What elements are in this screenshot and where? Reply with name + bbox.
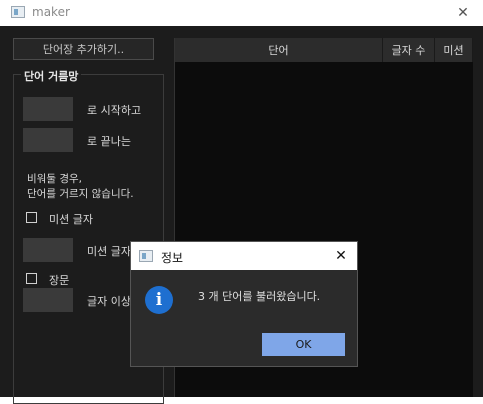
mission-filter-checkbox[interactable] bbox=[26, 212, 37, 223]
mission-letter-input[interactable] bbox=[23, 238, 73, 262]
ends-with-label: 로 끝나는 bbox=[87, 135, 131, 148]
column-header-mission[interactable]: 미션 bbox=[435, 38, 473, 62]
window-title: maker bbox=[32, 5, 70, 19]
empty-filter-note-line2: 단어를 거르지 않습니다. bbox=[27, 188, 134, 200]
word-table-header: 단어 글자 수 미션 bbox=[175, 38, 473, 62]
ends-with-input[interactable] bbox=[23, 128, 73, 152]
info-dialog: 정보 ✕ i 3 개 단어를 불러왔습니다. OK bbox=[131, 242, 357, 366]
dialog-close-icon[interactable]: ✕ bbox=[325, 242, 357, 270]
dialog-title: 정보 bbox=[161, 251, 184, 265]
mission-letter-label: 미션 글자 bbox=[87, 245, 131, 258]
ok-button[interactable]: OK bbox=[262, 333, 345, 356]
long-word-label: 장문 bbox=[49, 274, 70, 287]
empty-filter-note: 비워둘 경우, 단어를 거르지 않습니다. bbox=[27, 172, 134, 202]
window-close-icon[interactable]: ✕ bbox=[443, 0, 483, 26]
mission-filter-label: 미션 글자 bbox=[49, 213, 93, 226]
app-window-icon bbox=[11, 6, 25, 18]
dialog-message: 3 개 단어를 불러왔습니다. bbox=[198, 290, 321, 303]
add-wordlist-button[interactable]: 단어장 추가하기.. bbox=[13, 38, 154, 60]
length-label: 글자 이상 bbox=[87, 295, 131, 308]
starts-with-label: 로 시작하고 bbox=[87, 104, 142, 117]
empty-filter-note-line1: 비워둘 경우, bbox=[27, 173, 82, 185]
column-header-word[interactable]: 단어 bbox=[175, 38, 383, 62]
info-icon: i bbox=[145, 286, 173, 314]
starts-with-input[interactable] bbox=[23, 97, 73, 121]
length-input[interactable] bbox=[23, 288, 73, 312]
dialog-titlebar: 정보 ✕ bbox=[131, 242, 357, 270]
window-titlebar: maker ✕ bbox=[0, 0, 483, 26]
word-filter-title: 단어 거름망 bbox=[21, 68, 82, 84]
column-header-length[interactable]: 글자 수 bbox=[383, 38, 435, 62]
long-word-checkbox[interactable] bbox=[26, 273, 37, 284]
dialog-app-icon bbox=[139, 250, 153, 262]
